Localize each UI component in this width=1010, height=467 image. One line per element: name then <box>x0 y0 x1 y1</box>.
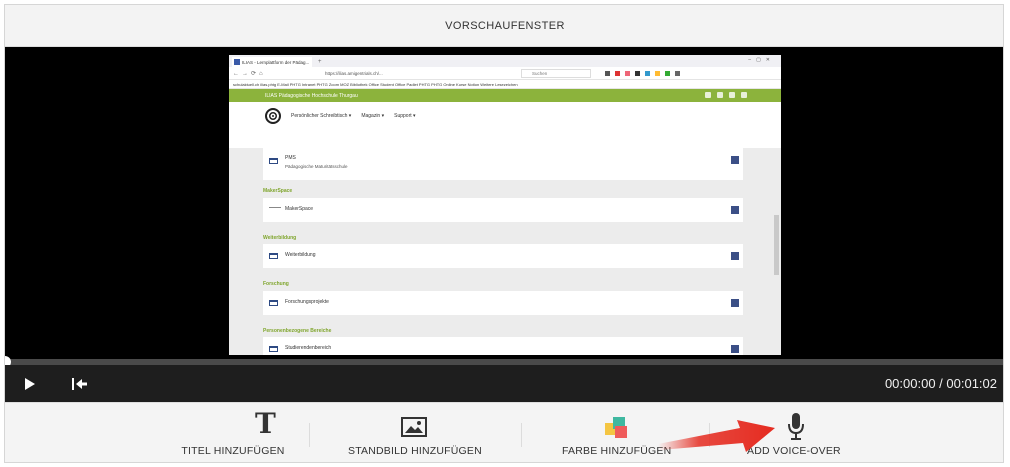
ilias-item-title: MakerSpace <box>285 206 314 212</box>
ilias-section-title: Personenbezogene Bereiche <box>263 328 332 334</box>
add-title-button[interactable]: T TITEL HINZUFÜGEN <box>169 403 369 462</box>
video-preview[interactable]: ILIAS - Lernplattform der Pädag... + –▢✕… <box>5 47 1003 359</box>
toolbar-divider <box>521 423 522 447</box>
phtg-logo <box>265 108 281 124</box>
ilias-menu-item: Support ▾ <box>394 113 416 119</box>
new-tab-icon: + <box>318 59 322 65</box>
browser-bookmarks: schulaktuell.ch ilias.phtg E-Mail PHTG I… <box>229 80 781 89</box>
ilias-section-title: MakerSpace <box>263 188 293 194</box>
ilias-item: PMS Pädagogische Maturitätsschule <box>263 148 743 180</box>
folder-icon <box>269 346 278 352</box>
skip-to-start-icon[interactable] <box>71 376 89 392</box>
image-icon <box>401 417 427 437</box>
add-still-label: STANDBILD HINZUFÜGEN <box>348 445 482 457</box>
toolbar-divider <box>309 423 310 447</box>
folder-icon <box>269 158 278 164</box>
browser-extensions-icons <box>605 70 680 76</box>
add-voice-over-button[interactable]: ADD VOICE-OVER <box>747 403 847 462</box>
dropdown-icon <box>731 206 739 214</box>
text-icon: T <box>255 407 276 440</box>
makerspace-icon <box>269 207 281 208</box>
ilias-item: Weiterbildung <box>263 244 743 268</box>
favicon-icon <box>234 59 240 65</box>
add-color-button[interactable]: FARBE HINZUFÜGEN <box>561 403 701 462</box>
ilias-item: Forschungsprojekte <box>263 291 743 315</box>
preview-title: VORSCHAUFENSTER <box>445 19 565 32</box>
browser-search: Suchen <box>521 68 591 78</box>
play-icon[interactable] <box>21 376 37 392</box>
editor-frame: VORSCHAUFENSTER ILIAS - Lernplattform de… <box>4 4 1004 463</box>
toolbar-divider <box>709 423 710 447</box>
dropdown-icon <box>731 299 739 307</box>
ilias-topbar-icons <box>705 92 747 98</box>
browser-tabbar: ILIAS - Lernplattform der Pädag... + –▢✕ <box>229 55 781 67</box>
microphone-icon <box>788 413 804 440</box>
ilias-menu-item: Persönlicher Schreibtisch ▾ <box>291 113 352 119</box>
player-controls: 00:00:00 / 00:01:02 <box>5 365 1003 402</box>
browser-tab: ILIAS - Lernplattform der Pädag... <box>232 57 312 67</box>
add-title-label: TITEL HINZUFÜGEN <box>181 445 285 457</box>
browser-tab-title: ILIAS - Lernplattform der Pädag... <box>242 59 310 65</box>
browser-nav-icons: ←→⟳⌂ <box>233 70 266 77</box>
ilias-item: Studierendenbereich <box>263 337 743 355</box>
color-icon <box>605 417 627 438</box>
ilias-section-title: Forschung <box>263 281 289 287</box>
add-color-label: FARBE HINZUFÜGEN <box>562 445 672 457</box>
recorded-screenshot: ILIAS - Lernplattform der Pädag... + –▢✕… <box>229 55 781 355</box>
folder-icon <box>269 253 278 259</box>
editing-toolbar: T TITEL HINZUFÜGEN STANDBILD HINZUFÜGEN … <box>5 402 1003 462</box>
ilias-topbar: ILIAS Pädagogische Hochschule Thurgau <box>229 89 781 102</box>
ilias-item-subtitle: Pädagogische Maturitätsschule <box>285 164 348 169</box>
preview-header: VORSCHAUFENSTER <box>5 5 1003 47</box>
ilias-item: MakerSpace <box>263 198 743 222</box>
window-controls-icon: –▢✕ <box>748 57 775 63</box>
ilias-item-title: Forschungsprojekte <box>285 299 329 305</box>
dropdown-icon <box>731 252 739 260</box>
ilias-menu-item: Magazin ▾ <box>361 113 385 119</box>
add-voice-over-label: ADD VOICE-OVER <box>747 445 841 457</box>
dropdown-icon <box>731 345 739 353</box>
dropdown-icon <box>731 156 739 164</box>
ilias-content: PMS Pädagogische Maturitätsschule MakerS… <box>229 148 781 355</box>
ilias-item-title: Studierendenbereich <box>285 345 332 351</box>
time-display: 00:00:00 / 00:01:02 <box>884 376 997 391</box>
ilias-item-title: Weiterbildung <box>285 252 316 258</box>
folder-icon <box>269 300 278 306</box>
scrollbar <box>774 215 779 275</box>
ilias-section-title: Weiterbildung <box>263 235 297 241</box>
ilias-item-title: PMS <box>285 155 296 161</box>
browser-navbar: ←→⟳⌂ https://ilias.amigentrials.ch/... S… <box>229 67 781 80</box>
ilias-brand: ILIAS Pädagogische Hochschule Thurgau <box>265 92 358 99</box>
ilias-menu: Persönlicher Schreibtisch ▾ Magazin ▾ Su… <box>229 102 781 130</box>
browser-url: https://ilias.amigentrials.ch/... <box>325 70 383 76</box>
add-still-button[interactable]: STANDBILD HINZUFÜGEN <box>345 403 505 462</box>
